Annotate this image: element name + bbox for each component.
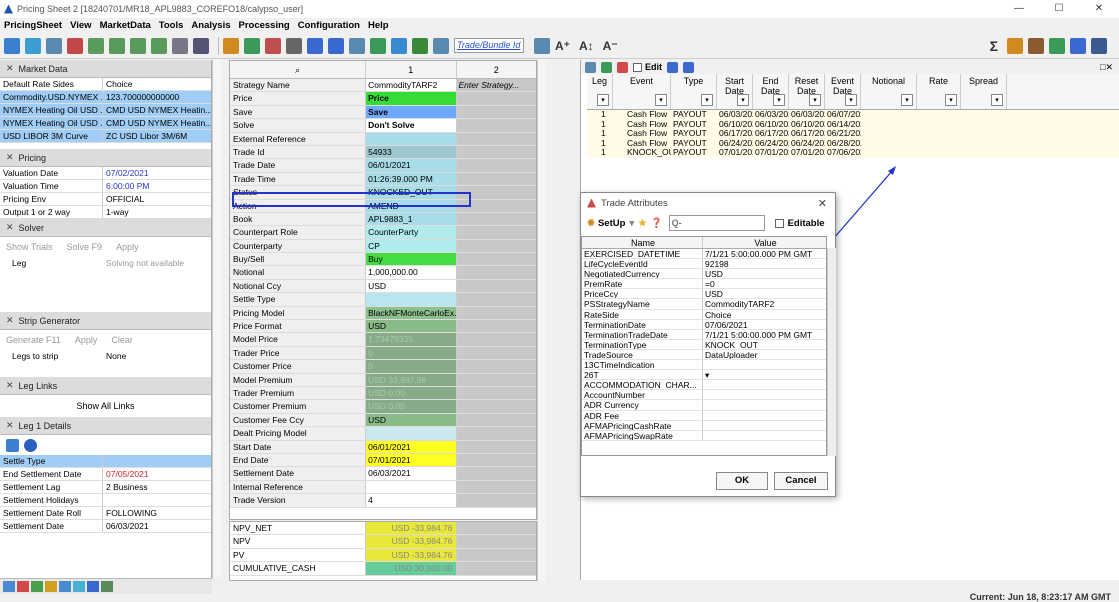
attribute-name: EXERCISED_DATETIME [582, 249, 703, 259]
attribute-row[interactable]: ADR Fee [582, 410, 826, 421]
attribute-value[interactable]: KNOCK_OUT [703, 340, 826, 349]
attribute-value[interactable]: 07/06/2021 [703, 320, 826, 329]
attribute-name: ADR Currency [582, 400, 703, 410]
attribute-row[interactable]: PremRate =0 [582, 279, 826, 290]
attribute-row[interactable]: TerminationType KNOCK_OUT [582, 339, 826, 350]
gear-icon[interactable]: ✹ [587, 218, 595, 229]
dialog-search-input[interactable]: Q- [668, 215, 765, 231]
attribute-name: 26T [582, 370, 703, 380]
setup-button[interactable]: SetUp [598, 218, 625, 229]
attribute-name: AFMAPricingCashRate [582, 420, 703, 430]
attribute-name: LifeCycleEventId [582, 259, 703, 269]
attribute-value[interactable]: 7/1/21 5:00:00.000 PM GMT [703, 330, 826, 339]
attribute-row[interactable]: 13CTimeIndication [582, 360, 826, 371]
attribute-name: AFMAPricingSwapRate [582, 430, 703, 440]
attribute-value[interactable] [703, 360, 826, 369]
attribute-value[interactable]: USD [703, 289, 826, 298]
dialog-title: Trade Attributes [601, 197, 668, 209]
attribute-row[interactable]: TerminationTradeDate 7/1/21 5:00:00.000 P… [582, 329, 826, 340]
attribute-value[interactable]: 7/1/21 5:00:00.000 PM GMT [703, 249, 826, 258]
attribute-name: PremRate [582, 279, 703, 289]
editable-checkbox[interactable] [774, 218, 784, 228]
attribute-name: AccountNumber [582, 390, 703, 400]
attribute-name: TerminationDate [582, 319, 703, 329]
dialog-logo-icon [587, 198, 596, 208]
value-header[interactable]: Value [703, 237, 826, 248]
attribute-row[interactable]: LifeCycleEventId 92198 [582, 259, 826, 270]
attribute-name: PSStrategyName [582, 299, 703, 309]
attribute-value[interactable]: =0 [703, 279, 826, 288]
attribute-value[interactable] [703, 411, 826, 420]
attribute-row[interactable]: AFMAPricingCashRate [582, 420, 826, 431]
editable-label: Editable [787, 217, 825, 229]
dialog-scrollbar[interactable] [827, 248, 836, 456]
attribute-row[interactable]: ADR Currency [582, 400, 826, 411]
attribute-name: TerminationType [582, 339, 703, 349]
attribute-row[interactable]: ACCOMMODATION_CHAR... [582, 380, 826, 391]
attribute-name: 13CTimeIndication [582, 360, 703, 370]
attribute-name: NegotiatedCurrency [582, 269, 703, 279]
help-icon[interactable]: ❓ [651, 218, 663, 229]
attribute-row[interactable]: PriceCcy USD [582, 289, 826, 300]
attribute-value[interactable] [703, 380, 826, 389]
cancel-button[interactable]: Cancel [774, 472, 828, 490]
status-bar [0, 594, 1119, 602]
attribute-name: TradeSource [582, 349, 703, 360]
attribute-value[interactable]: 92198 [703, 259, 826, 268]
dialog-close-icon[interactable]: ✕ [818, 197, 827, 210]
attribute-value[interactable]: Choice [703, 310, 826, 319]
annotation-arrow [747, 166, 896, 338]
attribute-value[interactable]: USD [703, 269, 826, 278]
attribute-value[interactable] [703, 421, 826, 430]
dropdown-icon[interactable]: ▾ [629, 218, 634, 229]
attribute-row[interactable]: RateSide Choice [582, 309, 826, 320]
attributes-table: Name Value EXERCISED_DATETIME 7/1/21 5:00:… [581, 236, 827, 456]
attribute-value[interactable] [703, 431, 826, 440]
attribute-name: RateSide [582, 309, 703, 319]
attribute-value[interactable]: DataUploader [703, 350, 826, 359]
attribute-value[interactable]: ▾ [703, 370, 826, 379]
star-icon[interactable]: ★ [638, 218, 647, 229]
attribute-row[interactable]: AccountNumber [582, 390, 826, 401]
attribute-value[interactable] [703, 390, 826, 399]
attribute-name: TerminationTradeDate [582, 329, 703, 339]
attribute-name: PriceCcy [582, 289, 703, 299]
attribute-value[interactable] [703, 400, 826, 409]
attribute-value[interactable]: CommodityTARF2 [703, 299, 826, 308]
attribute-row[interactable]: AFMAPricingSwapRate [582, 430, 826, 441]
attribute-name: ADR Fee [582, 410, 703, 420]
name-header[interactable]: Name [582, 237, 703, 248]
ok-button[interactable]: OK [716, 472, 768, 490]
status-clock: Current: Jun 18, 8:23:17 AM GMT [969, 592, 1111, 602]
attribute-row[interactable]: 26T ▾ [582, 370, 826, 381]
attribute-row[interactable]: PSStrategyName CommodityTARF2 [582, 299, 826, 310]
trade-attributes-dialog: Trade Attributes ✕ ✹ SetUp ▾ ★ ❓ Q- Edit… [580, 192, 836, 497]
attribute-name: ACCOMMODATION_CHAR... [582, 380, 703, 390]
attribute-row[interactable]: EXERCISED_DATETIME 7/1/21 5:00:00.000 PM … [582, 249, 826, 260]
attribute-row[interactable]: TradeSource DataUploader [582, 349, 826, 361]
attribute-row[interactable]: NegotiatedCurrency USD [582, 269, 826, 280]
attribute-row[interactable]: TerminationDate 07/06/2021 [582, 319, 826, 330]
